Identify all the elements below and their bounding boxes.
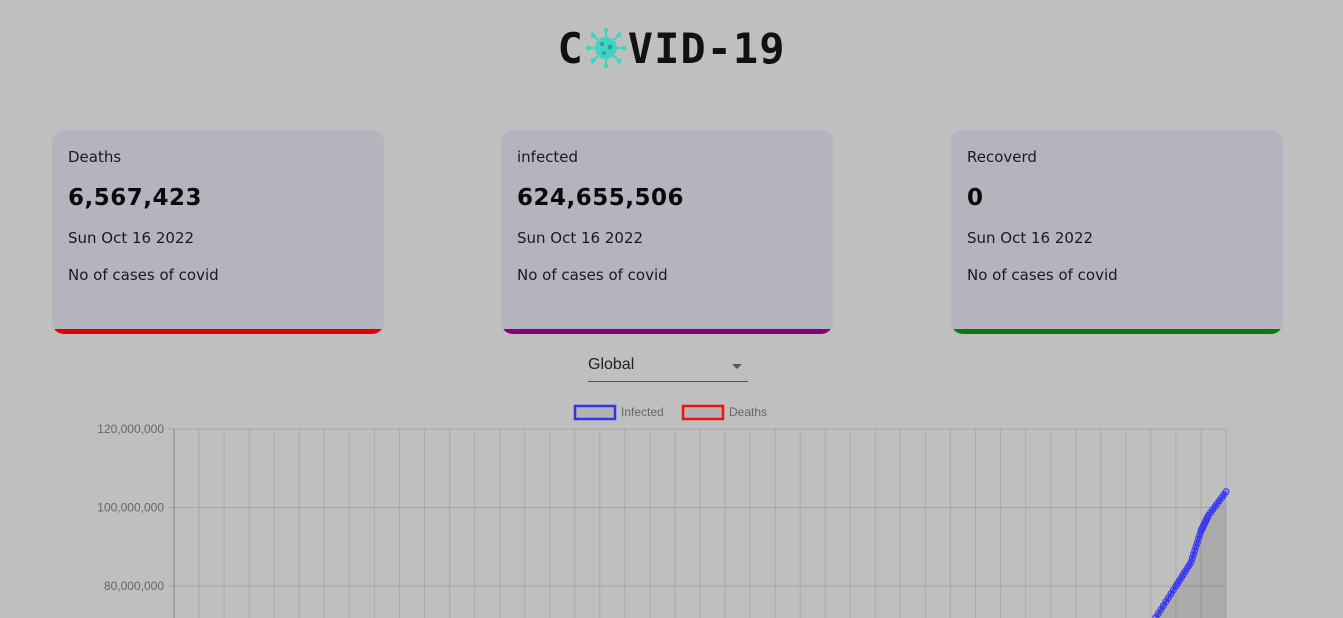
card-date: Sun Oct 16 2022 <box>517 229 644 247</box>
y-tick-label: 120,000,000 <box>97 422 164 436</box>
y-tick-label: 80,000,000 <box>104 579 164 593</box>
legend-label: Infected <box>621 405 664 419</box>
logo-text-right: VID-19 <box>627 24 786 73</box>
country-select-value: Global <box>588 356 635 373</box>
card-title: Deaths <box>68 148 122 166</box>
card-title: infected <box>517 148 579 166</box>
card-description: No of cases of covid <box>68 266 219 284</box>
card-title: Recoverd <box>967 148 1037 166</box>
app-logo: C VID-19 <box>0 26 1343 72</box>
card-value: 6,567,423 <box>68 185 202 211</box>
card-value: 0 <box>967 185 984 211</box>
deaths-card: Deaths 6,567,423 Sun Oct 16 2022 No of c… <box>52 130 384 334</box>
country-select[interactable]: Global <box>588 352 748 382</box>
card-date: Sun Oct 16 2022 <box>967 229 1094 247</box>
chevron-down-icon <box>732 364 742 369</box>
cases-chart: Infected Deaths 120,000,000 100,000,000 80,0… <box>0 398 1343 618</box>
data-point <box>1222 488 1230 496</box>
page: C VID-19 Deaths 6,567,423 Sun Oct 16 202… <box>0 0 1343 618</box>
y-tick-label: 100,000,000 <box>97 501 164 515</box>
card-value: 624,655,506 <box>517 185 685 211</box>
card-description: No of cases of covid <box>967 266 1118 284</box>
recovered-card: Recoverd 0 Sun Oct 16 2022 No of cases o… <box>951 130 1283 334</box>
virus-icon <box>585 27 626 68</box>
legend-swatch <box>573 404 617 421</box>
logo-text-left: C <box>557 24 584 73</box>
legend-swatch <box>681 404 725 421</box>
card-description: No of cases of covid <box>517 266 668 284</box>
legend-label: Deaths <box>729 405 767 419</box>
line-chart: Infected Deaths 120,000,000 100,000,000 80,0… <box>97 404 1230 618</box>
card-date: Sun Oct 16 2022 <box>68 229 195 247</box>
infected-card: infected 624,655,506 Sun Oct 16 2022 No … <box>501 130 833 334</box>
